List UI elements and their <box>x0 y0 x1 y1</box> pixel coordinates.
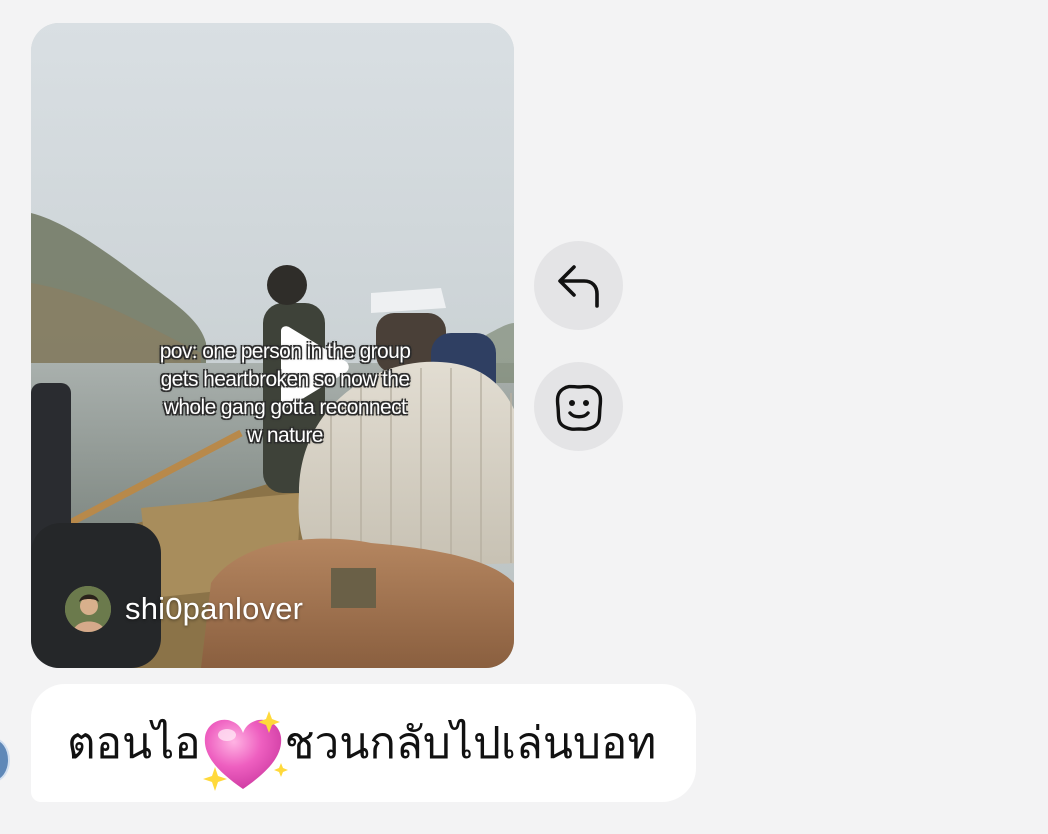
message-text: ตอนไอ ชวนกลับไปเล่นบอท <box>67 699 657 791</box>
react-button[interactable] <box>534 362 623 451</box>
post-author[interactable]: shi0panlover <box>65 585 303 633</box>
sender-avatar[interactable] <box>0 738 10 782</box>
emoji-react-icon <box>555 384 602 431</box>
message-bubble[interactable]: ตอนไอ ชวนกลับไปเล่นบอท <box>31 684 697 802</box>
previous-message-fragment <box>60 0 110 6</box>
author-avatar[interactable] <box>65 586 111 632</box>
message-text-part: ชวนกลับไปเล่นบอท <box>284 718 657 769</box>
shared-video-post[interactable]: pov: one person in the group gets heartb… <box>31 23 514 668</box>
video-caption: pov: one person in the group gets heartb… <box>159 340 411 447</box>
sparkling-heart-emoji <box>202 711 288 791</box>
reply-arrow-icon <box>557 264 599 308</box>
author-username: shi0panlover <box>125 591 304 626</box>
message-text-part: ตอนไอ <box>67 718 201 769</box>
reply-button[interactable] <box>534 241 623 330</box>
